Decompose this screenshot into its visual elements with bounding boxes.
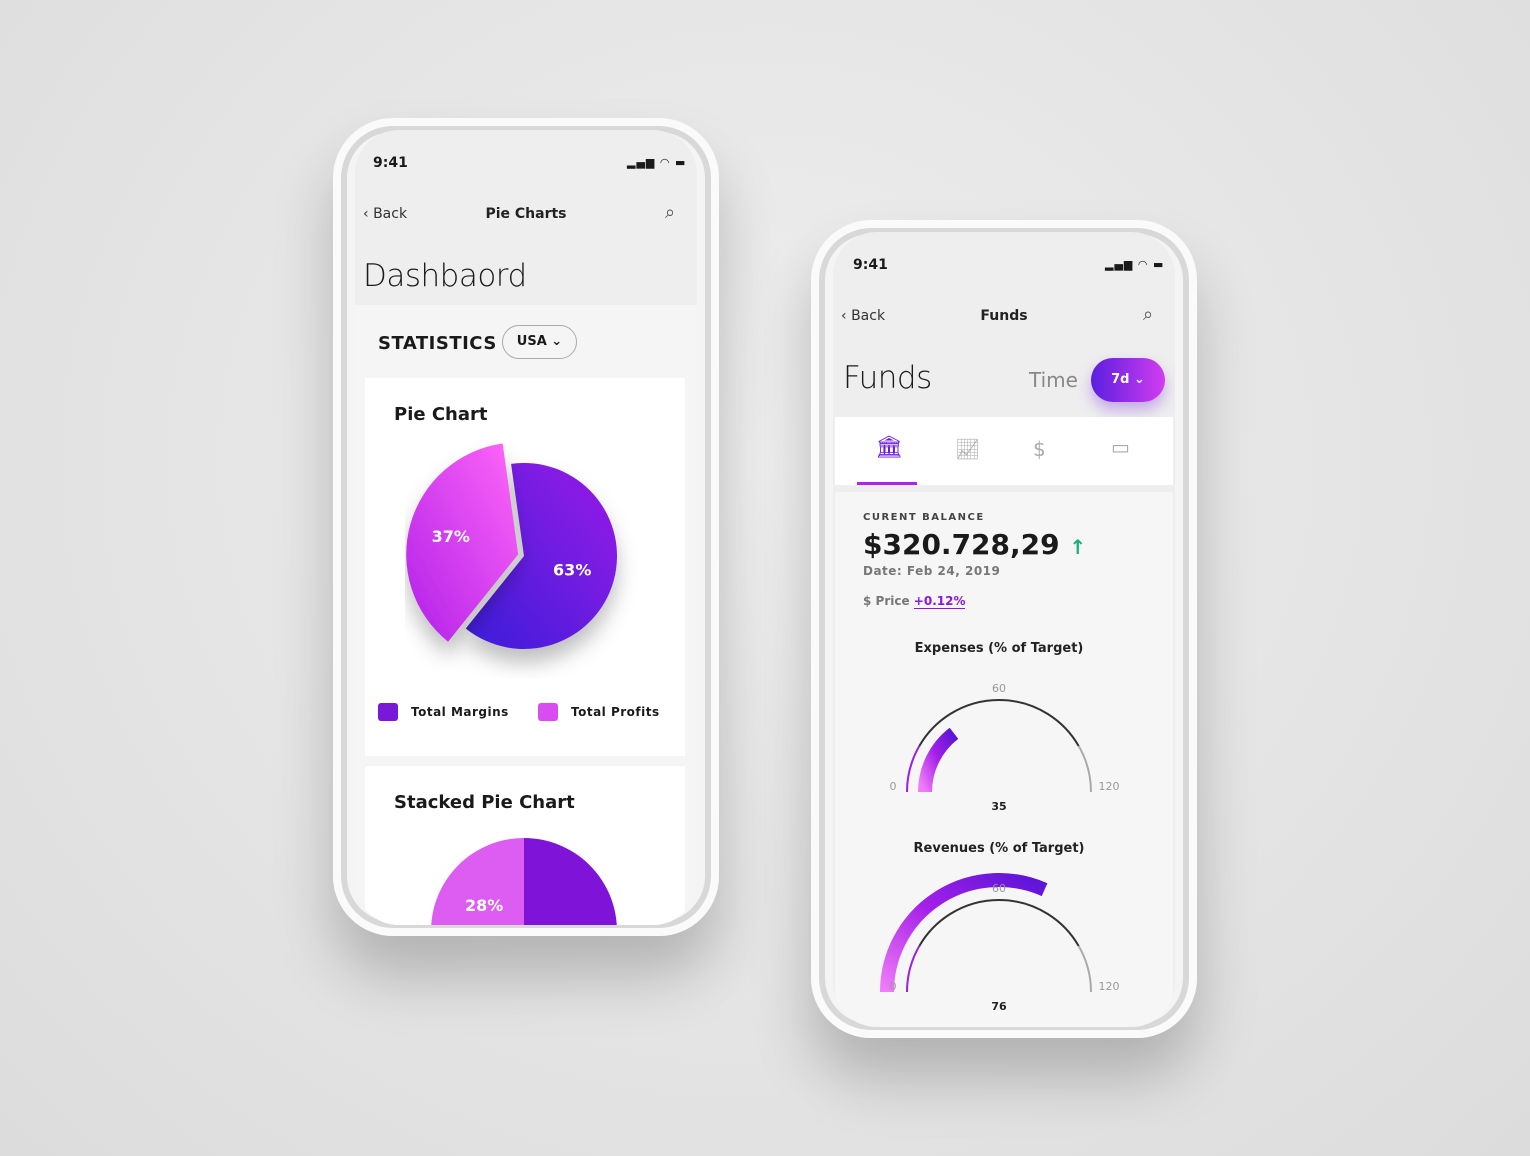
time-label: Time [1029,368,1078,392]
nav-title: Funds [980,308,1028,324]
stacked-pie-card: Stacked Pie Chart 28% [365,766,685,925]
gauge-value-label: 35 [991,800,1006,813]
pie-label-0: 63% [553,560,591,579]
gauge-value-label: 76 [991,1000,1007,1013]
gauge-tick-label: 120 [1099,780,1120,793]
gauge-value-arc [918,727,959,793]
arrow-up-icon: ↑ [1069,535,1087,559]
tab-active-indicator [857,482,917,485]
gauge-track-high [1077,945,1092,993]
pie-chart: 63% 37% [406,443,617,649]
status-time: 9:41 [373,155,408,171]
pie-card: Pie Chart 63% 37% Total Margins Total Pro… [365,378,685,756]
tab-bank-icon[interactable]: 🏛︎ [875,435,903,460]
stacked-label: 28% [465,896,504,915]
card-title: Pie Chart [394,404,488,425]
balance-value: 320.728,29 [882,528,1060,561]
content: STATISTICS USA ⌄ Pie Chart 63% 37% Total … [355,305,697,925]
page-title: Funds [843,360,932,396]
legend-swatch-profits [538,703,558,721]
phone-dashboard: 9:41 ▂▄▆ ◠ ▬ ‹ Back Pie Charts ⌕ Dashbao… [333,118,719,936]
content: CURENT BALANCE $320.728,29 ↑ Date: Feb 2… [835,492,1173,1027]
status-time: 9:41 [853,257,888,273]
card-title: Stacked Pie Chart [394,792,575,813]
gauges: Expenses (% of Target) 0 60 120 35 Revenues (… [880,641,1120,1013]
screen: 9:41 ▂▄▆ ◠ ▬ ‹ Back Funds ⌕ Funds Time 7… [833,232,1175,1027]
tab-coins-icon[interactable]: $ [1033,437,1046,461]
gauge-track-low [906,945,921,993]
price-row: $ Price +0.12% [863,594,966,609]
balance-date: Date: Feb 24, 2019 [863,564,1001,578]
currency: $ [863,528,883,561]
balance-label: CURENT BALANCE [863,512,985,523]
gauge-title: Expenses (% of Target) [915,641,1084,656]
gauge-tick-label: 60 [992,882,1006,895]
tab-bar: 🏛︎ 📈︎ $ ▭ [835,417,1173,485]
screen: 9:41 ▂▄▆ ◠ ▬ ‹ Back Pie Charts ⌕ Dashbao… [355,130,697,925]
search-icon[interactable]: ⌕ [665,202,675,223]
tab-chart-icon[interactable]: 📈︎ [955,437,980,461]
gauge-track-high [1077,745,1092,793]
country-select[interactable]: USA ⌄ [502,325,577,359]
section-title: STATISTICS [378,333,497,354]
gauge-track-low [906,745,921,793]
status-icons: ▂▄▆ ◠ ▬ [1105,258,1165,271]
status-icons: ▂▄▆ ◠ ▬ [627,156,687,169]
gauge-tick-label: 0 [890,780,897,793]
balance: $320.728,29 ↑ [863,528,1086,561]
time-range-select[interactable]: 7d ⌄ [1091,358,1165,402]
tab-cards-icon[interactable]: ▭ [1111,435,1130,459]
gauge-track-mid [918,899,1080,947]
phone-funds: 9:41 ▂▄▆ ◠ ▬ ‹ Back Funds ⌕ Funds Time 7… [811,220,1197,1038]
gauge-title: Revenues (% of Target) [914,841,1085,856]
legend-label-margins: Total Margins [411,705,509,719]
page-title: Dashbaord [363,258,527,294]
gauge-tick-label: 120 [1099,980,1120,993]
search-icon[interactable]: ⌕ [1143,304,1153,325]
country-value: USA [516,334,547,349]
gauge-tick-label: 60 [992,682,1006,695]
gauge-tick-label: 0 [890,980,897,993]
nav-title: Pie Charts [485,206,567,222]
legend-swatch-margins [378,703,398,721]
pie-label-1: 37% [432,527,470,546]
stacked-slice-purple [524,838,617,925]
price-label: $ Price [863,594,910,608]
time-value: 7d [1111,372,1130,387]
gauge-value-arc [880,873,1048,993]
legend-label-profits: Total Profits [571,705,660,719]
price-change[interactable]: +0.12% [913,594,966,609]
